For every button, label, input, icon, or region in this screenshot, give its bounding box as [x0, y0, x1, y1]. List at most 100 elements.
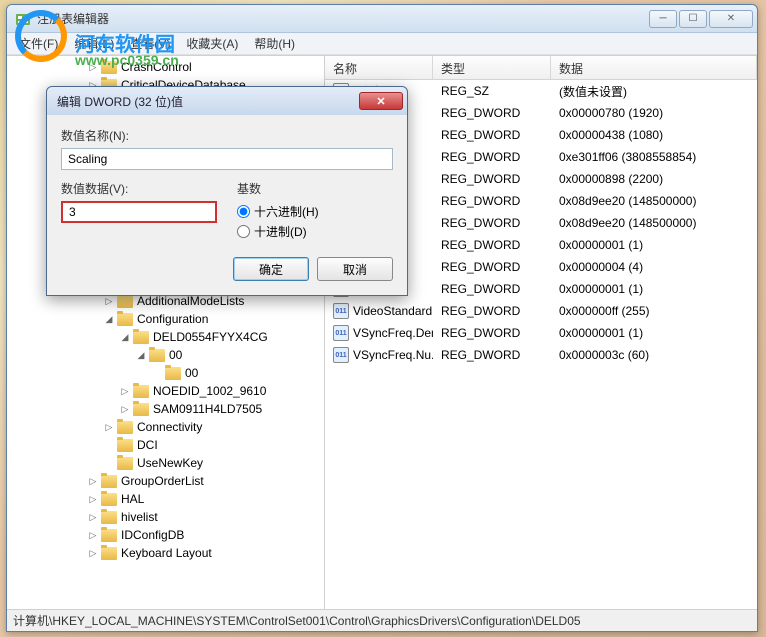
value-name-input[interactable]	[61, 148, 393, 170]
tree-expander-icon[interactable]: ▷	[87, 511, 99, 523]
cell-data: 0x00000001 (1)	[551, 238, 757, 252]
tree-label: Connectivity	[137, 420, 202, 434]
dword-value-icon: 011	[333, 303, 349, 319]
radio-dec-row[interactable]: 十进制(D)	[237, 221, 393, 241]
folder-icon	[101, 529, 117, 542]
tree-expander-icon[interactable]: ▷	[119, 385, 131, 397]
base-group: 基数 十六进制(H) 十进制(D)	[237, 180, 393, 241]
tree-expander-icon[interactable]: ▷	[103, 421, 115, 433]
folder-icon	[117, 457, 133, 470]
radio-hex[interactable]	[237, 205, 250, 218]
minimize-button[interactable]: ─	[649, 10, 677, 28]
tree-node[interactable]: ▷ CrashControl	[7, 58, 324, 76]
radio-dec-label: 十进制(D)	[254, 223, 307, 240]
tree-expander-icon[interactable]	[103, 457, 115, 469]
tree-node[interactable]: ◢ DELD0554FYYX4CG	[7, 328, 324, 346]
tree-label: GroupOrderList	[121, 474, 204, 488]
tree-label: AdditionalModeLists	[137, 294, 244, 308]
tree-node[interactable]: ▷ Keyboard Layout	[7, 544, 324, 562]
menu-view[interactable]: 查看(V)	[122, 33, 178, 54]
list-row[interactable]: 011VSyncFreq.Nu...REG_DWORD0x0000003c (6…	[325, 344, 757, 366]
menu-help[interactable]: 帮助(H)	[246, 33, 303, 54]
list-row[interactable]: 011VideoStandardREG_DWORD0x000000ff (255…	[325, 300, 757, 322]
tree-node[interactable]: UseNewKey	[7, 454, 324, 472]
tree-node[interactable]: ▷NOEDID_1002_9610	[7, 382, 324, 400]
statusbar-path: 计算机\HKEY_LOCAL_MACHINE\SYSTEM\ControlSet…	[13, 612, 581, 629]
radio-hex-row[interactable]: 十六进制(H)	[237, 201, 393, 221]
folder-icon	[117, 295, 133, 308]
tree-node[interactable]: ▷SAM0911H4LD7505	[7, 400, 324, 418]
tree-expander-icon[interactable]: ▷	[87, 493, 99, 505]
list-row[interactable]: 011VSyncFreq.Den...REG_DWORD0x00000001 (…	[325, 322, 757, 344]
tree-node[interactable]: ▷ Connectivity	[7, 418, 324, 436]
tree-node[interactable]: DCI	[7, 436, 324, 454]
cell-data: 0x0000003c (60)	[551, 348, 757, 362]
tree-expander-icon[interactable]: ▷	[119, 403, 131, 415]
dialog-title: 编辑 DWORD (32 位)值	[57, 93, 359, 110]
col-header-type[interactable]: 类型	[433, 56, 551, 79]
tree-node[interactable]: ▷hivelist	[7, 508, 324, 526]
cell-data: (数值未设置)	[551, 83, 757, 100]
folder-icon	[133, 403, 149, 416]
tree-expander-icon[interactable]: ▷	[87, 475, 99, 487]
cancel-button[interactable]: 取消	[317, 257, 393, 281]
tree-expander-icon[interactable]: ▷	[87, 547, 99, 559]
tree-expander-icon[interactable]	[151, 367, 163, 379]
tree-expander-icon[interactable]: ▷	[103, 295, 115, 307]
tree-label: 00	[185, 366, 198, 380]
cell-data: 0x00000001 (1)	[551, 326, 757, 340]
tree-expander-icon[interactable]: ▷	[87, 529, 99, 541]
close-button[interactable]: ✕	[709, 10, 753, 28]
tree-expander-icon[interactable]	[103, 439, 115, 451]
folder-icon	[133, 385, 149, 398]
window-controls: ─ ☐ ✕	[649, 10, 753, 28]
menu-edit[interactable]: 编辑(E)	[66, 33, 122, 54]
col-header-name[interactable]: 名称	[325, 56, 433, 79]
cell-type: REG_DWORD	[433, 304, 551, 318]
tree-node[interactable]: ▷IDConfigDB	[7, 526, 324, 544]
cell-data: 0x08d9ee20 (148500000)	[551, 194, 757, 208]
tree-label: DELD0554FYYX4CG	[153, 330, 268, 344]
value-data-input[interactable]	[61, 201, 217, 223]
cell-type: REG_DWORD	[433, 326, 551, 340]
cell-type: REG_DWORD	[433, 128, 551, 142]
dialog-close-button[interactable]: ✕	[359, 92, 403, 110]
radio-hex-label: 十六进制(H)	[254, 203, 319, 220]
menu-file[interactable]: 文件(F)	[11, 33, 66, 54]
tree-expander-icon[interactable]: ◢	[135, 349, 147, 361]
tree-node[interactable]: ◢Configuration	[7, 310, 324, 328]
tree-node[interactable]: ▷ HAL	[7, 490, 324, 508]
tree-label: HAL	[121, 492, 144, 506]
dialog-body: 数值名称(N): 数值数据(V): 基数 十六进制(H) 十进制(D) 确定	[47, 115, 407, 295]
radio-dec[interactable]	[237, 225, 250, 238]
folder-icon	[133, 331, 149, 344]
titlebar[interactable]: 注册表编辑器 ─ ☐ ✕	[7, 5, 757, 33]
tree-label: CrashControl	[121, 60, 192, 74]
folder-icon	[117, 439, 133, 452]
folder-icon	[149, 349, 165, 362]
cell-data: 0x00000780 (1920)	[551, 106, 757, 120]
cell-type: REG_DWORD	[433, 282, 551, 296]
tree-expander-icon[interactable]: ◢	[119, 331, 131, 343]
tree-label: DCI	[137, 438, 158, 452]
tree-node[interactable]: ◢00	[7, 346, 324, 364]
cell-type: REG_DWORD	[433, 216, 551, 230]
cell-type: REG_DWORD	[433, 238, 551, 252]
tree-node[interactable]: 00	[7, 364, 324, 382]
cell-type: REG_DWORD	[433, 106, 551, 120]
cell-name: 011VSyncFreq.Nu...	[325, 347, 433, 363]
tree-label: Keyboard Layout	[121, 546, 212, 560]
dialog-titlebar[interactable]: 编辑 DWORD (32 位)值 ✕	[47, 87, 407, 115]
menu-favorites[interactable]: 收藏夹(A)	[178, 33, 246, 54]
ok-button[interactable]: 确定	[233, 257, 309, 281]
tree-expander-icon[interactable]: ◢	[103, 313, 115, 325]
tree-node[interactable]: ▷ GroupOrderList	[7, 472, 324, 490]
value-data-label: 数值数据(V):	[61, 180, 217, 197]
tree-expander-icon[interactable]: ▷	[87, 61, 99, 73]
list-header: 名称 类型 数据	[325, 56, 757, 80]
maximize-button[interactable]: ☐	[679, 10, 707, 28]
col-header-data[interactable]: 数据	[551, 56, 757, 79]
menubar: 文件(F) 编辑(E) 查看(V) 收藏夹(A) 帮助(H)	[7, 33, 757, 55]
base-label: 基数	[237, 180, 393, 197]
app-icon	[15, 11, 31, 27]
